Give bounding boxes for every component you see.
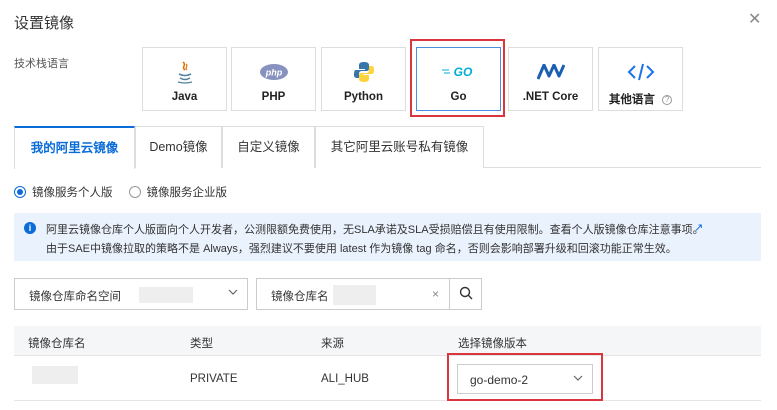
column-header: 镜像仓库名 [28, 338, 86, 350]
highlight-box-go [410, 39, 505, 117]
php-icon: php [232, 60, 315, 84]
namespace-value-redacted [139, 287, 193, 303]
lang-name-java: Java [171, 91, 198, 103]
help-icon[interactable]: ? [662, 94, 673, 105]
repo-name-redacted [32, 366, 78, 384]
repo-name-label: 镜像仓库名 [271, 291, 329, 303]
repo-name-search-input[interactable]: 镜像仓库名 × [256, 278, 450, 310]
edition-radio-group: 镜像服务个人版 镜像服务企业版 [14, 184, 243, 200]
radio-label: 镜像服务个人版 [32, 187, 113, 199]
row-type: PRIVATE [190, 373, 238, 385]
dialog-title: 设置镜像 [14, 15, 75, 32]
lang-card-python[interactable]: Python [321, 47, 406, 111]
highlight-box-version [447, 353, 603, 401]
table-header: 镜像仓库名 类型 来源 选择镜像版本 [14, 326, 761, 356]
code-icon [599, 60, 682, 84]
search-icon [459, 286, 473, 303]
notice-line-1: 阿里云镜像仓库个人版面向个人开发者，公测限额免费使用，无SLA承诺及SLA受损赔… [46, 224, 704, 236]
lang-name-other: 其他语言 [608, 94, 655, 106]
lang-name-php: PHP [261, 91, 286, 103]
radio-label: 镜像服务企业版 [146, 187, 228, 199]
dotnet-icon [509, 60, 592, 84]
row-source: ALI_HUB [321, 373, 369, 385]
lang-card-other[interactable]: 其他语言 ? [598, 47, 683, 111]
tab-my-aliyun-image[interactable]: 我的阿里云镜像 [14, 126, 135, 169]
tab-other-account-image[interactable]: 其它阿里云账号私有镜像 [315, 126, 484, 168]
radio-personal-edition[interactable]: 镜像服务个人版 [14, 184, 113, 200]
close-icon[interactable]: ✕ [748, 12, 761, 28]
info-notice: i 阿里云镜像仓库个人版面向个人开发者，公测限额免费使用，无SLA承诺及SLA受… [14, 213, 761, 261]
column-header: 选择镜像版本 [458, 338, 527, 350]
python-icon [322, 60, 405, 84]
image-source-tabs: 我的阿里云镜像 Demo镜像 自定义镜像 其它阿里云账号私有镜像 [14, 126, 761, 169]
info-icon: i [24, 222, 36, 234]
column-header: 来源 [321, 338, 344, 350]
namespace-label: 镜像仓库命名空间 [29, 291, 121, 303]
search-button[interactable] [450, 278, 482, 310]
namespace-select[interactable]: 镜像仓库命名空间 [14, 278, 248, 310]
table-row: PRIVATE ALI_HUB [14, 357, 761, 401]
lang-card-java[interactable]: Java [142, 47, 227, 111]
radio-enterprise-edition[interactable]: 镜像服务企业版 [128, 184, 228, 200]
svg-text:php: php [264, 68, 282, 78]
tab-demo-image[interactable]: Demo镜像 [135, 126, 222, 168]
lang-name-python: Python [344, 91, 383, 103]
notice-line-2: 由于SAE中镜像拉取的策略不是 Always，强烈建议不要使用 latest 作… [46, 243, 677, 255]
tab-custom-image[interactable]: 自定义镜像 [222, 126, 315, 168]
tech-stack-label: 技术栈语言 [14, 58, 69, 70]
lang-card-php[interactable]: php PHP [231, 47, 316, 111]
clear-icon[interactable]: × [432, 287, 439, 301]
radio-dot [128, 186, 141, 198]
lang-card-dotnet[interactable]: .NET Core [508, 47, 593, 111]
lang-name-dotnet: .NET Core [522, 91, 579, 103]
repo-name-value-redacted [333, 285, 376, 305]
column-header: 类型 [190, 338, 213, 350]
java-icon [143, 60, 226, 84]
radio-dot [14, 186, 26, 198]
chevron-down-icon [227, 286, 239, 301]
external-link-icon[interactable]: ↗ [694, 221, 703, 234]
